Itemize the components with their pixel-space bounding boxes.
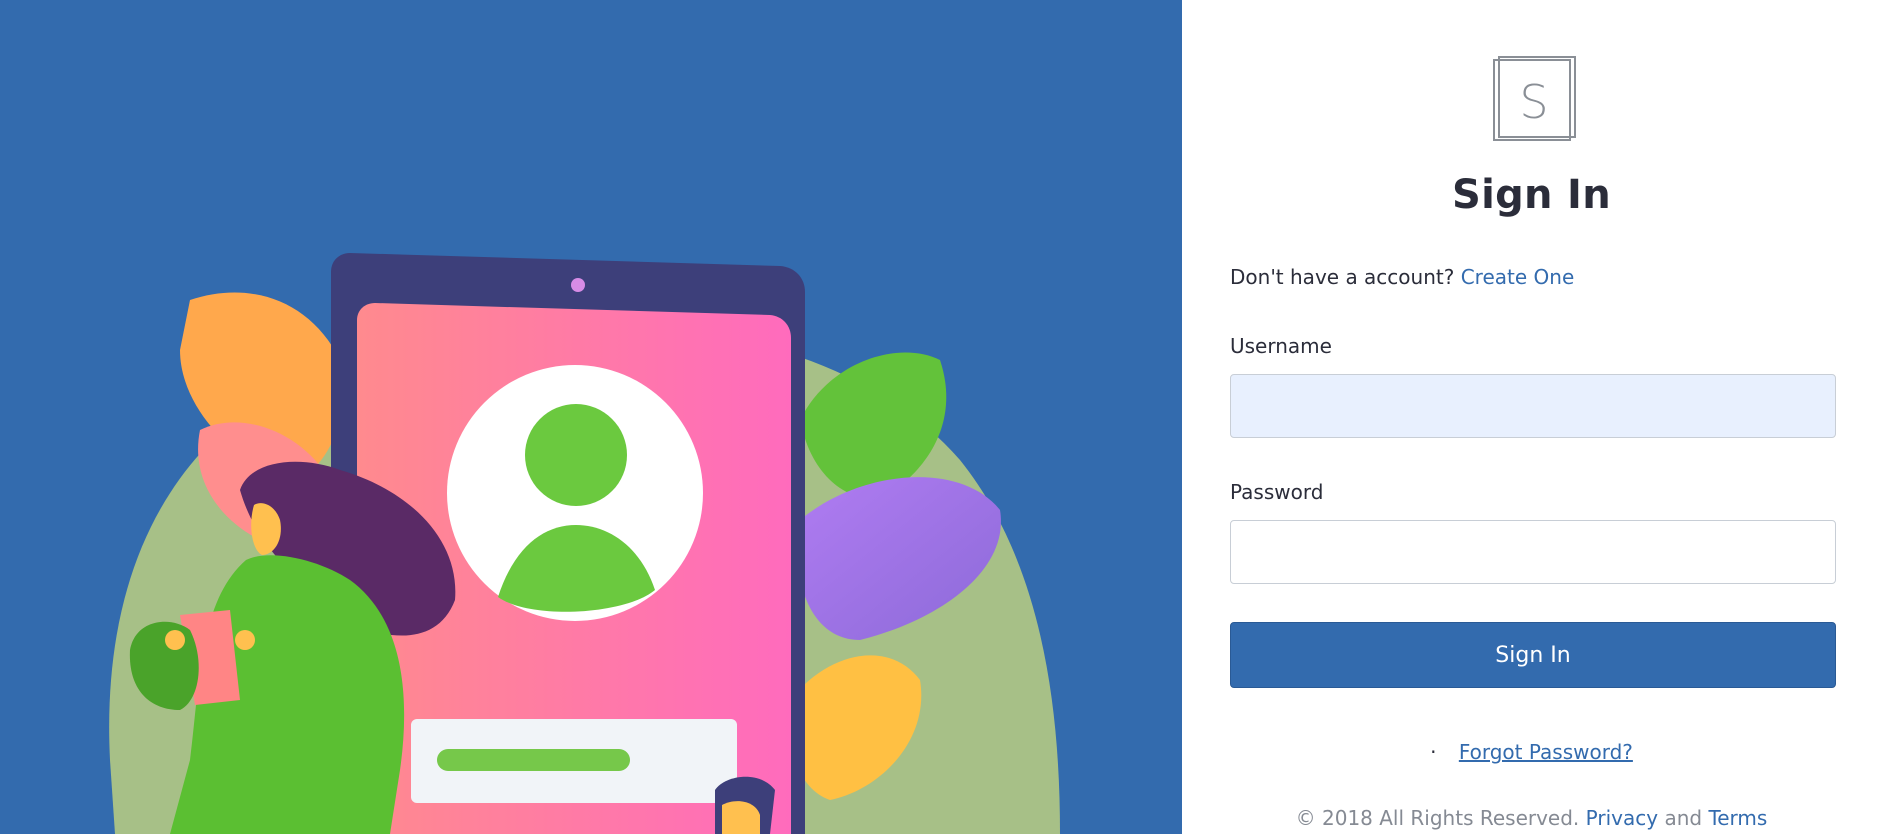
terms-link[interactable]: Terms (1708, 806, 1767, 830)
bullet-separator: · (1430, 740, 1437, 764)
signup-text: Don't have a account? (1230, 265, 1455, 289)
s-logo-icon: S (1493, 56, 1576, 141)
create-account-link[interactable]: Create One (1461, 265, 1575, 289)
footer: © 2018 All Rights Reserved. Privacy and … (1182, 806, 1881, 830)
forgot-password-link[interactable]: Forgot Password? (1459, 740, 1633, 764)
hero-illustration-panel (0, 0, 1182, 834)
copyright-text: © 2018 All Rights Reserved. (1295, 806, 1580, 830)
logo-letter: S (1519, 75, 1548, 129)
sign-in-button[interactable]: Sign In (1230, 622, 1836, 688)
privacy-link[interactable]: Privacy (1586, 806, 1658, 830)
forgot-password-row: · Forgot Password? (1182, 740, 1881, 764)
username-input[interactable] (1230, 374, 1836, 438)
password-input[interactable] (1230, 520, 1836, 584)
username-label: Username (1230, 334, 1332, 358)
password-label: Password (1230, 480, 1324, 504)
page-title: Sign In (1451, 172, 1611, 218)
footer-and: and (1664, 806, 1703, 830)
signup-prompt: Don't have a account? Create One (1230, 265, 1574, 289)
sign-in-illustration (109, 253, 1061, 834)
sign-in-panel: S Sign In Don't have a account? Create O… (1182, 0, 1881, 834)
